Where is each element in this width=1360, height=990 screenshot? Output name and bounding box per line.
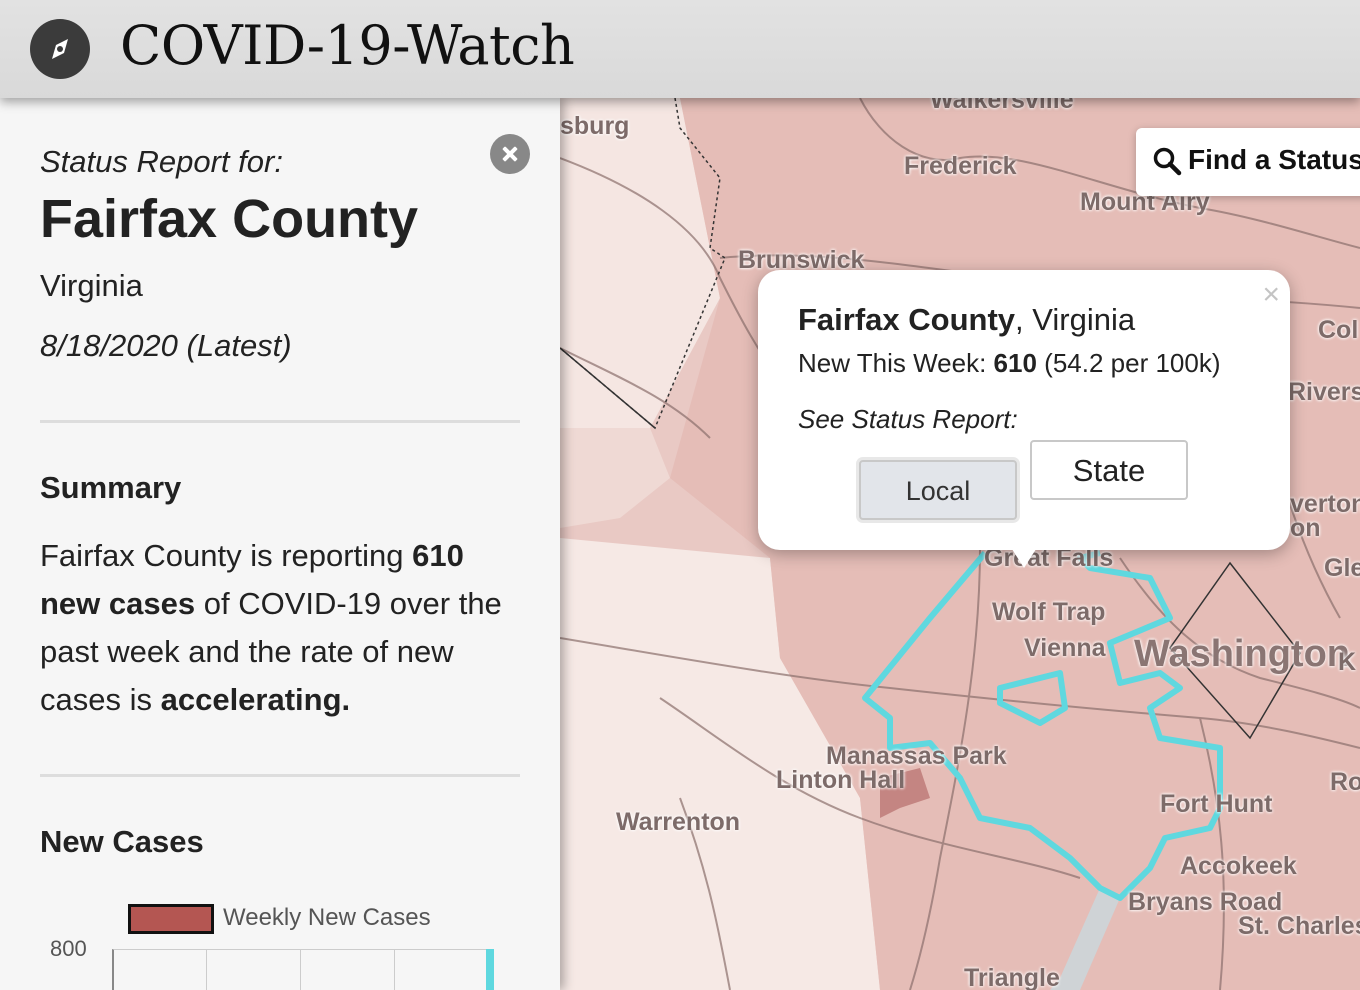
map-label: Gle — [1324, 554, 1360, 582]
find-status-button[interactable]: Find a Status — [1136, 128, 1360, 196]
popup-county: Fairfax County — [798, 302, 1016, 337]
local-report-button[interactable]: Local — [859, 460, 1017, 520]
legend-label: Weekly New Cases — [223, 904, 431, 931]
popup-week-value: 610 — [993, 348, 1037, 378]
map-label: Ro — [1330, 768, 1360, 796]
summary-pre: Fairfax County is reporting — [40, 538, 413, 573]
map-label: Accokeek — [1180, 852, 1297, 880]
map-label: Triangle — [964, 964, 1060, 990]
map-label: Wolf Trap — [992, 598, 1106, 626]
map-label: Warrenton — [616, 808, 741, 836]
popup-close-button[interactable]: × — [1262, 278, 1280, 312]
map-label: Rivers — [1288, 378, 1360, 406]
summary-text: Fairfax County is reporting 610 new case… — [40, 532, 510, 724]
popup-week-label: New This Week: — [798, 348, 994, 378]
status-sidebar: Status Report for: Fairfax County Virgin… — [0, 98, 560, 990]
state-name: Virginia — [40, 268, 143, 303]
close-circle-icon[interactable] — [490, 134, 530, 174]
popup-weekly: New This Week: 610 (54.2 per 100k) — [798, 348, 1221, 379]
map-label: Col — [1318, 316, 1359, 344]
status-report-label: Status Report for: — [40, 144, 283, 179]
map-label: on — [1290, 514, 1321, 542]
chart-gridline — [300, 949, 301, 990]
popup-see-label: See Status Report: — [798, 404, 1018, 434]
map-label: Linton Hall — [776, 766, 906, 794]
chart-current-marker — [486, 949, 494, 990]
map-label: Vienna — [1024, 634, 1106, 662]
popup-week-rate: (54.2 per 100k) — [1036, 348, 1221, 378]
map-label: St. Charles — [1238, 912, 1360, 940]
summary-count: 610 — [412, 538, 464, 573]
map-label: Frederick — [904, 152, 1017, 180]
chart-area — [112, 949, 494, 990]
summary-trend: accelerating. — [160, 682, 351, 717]
popup-tip — [1010, 546, 1038, 568]
map-label-washington: Washington — [1134, 633, 1350, 675]
summary-heading: Summary — [40, 470, 182, 505]
find-status-label: Find a Status — [1188, 144, 1360, 175]
county-popup: × Fairfax County, Virginia New This Week… — [758, 270, 1290, 568]
chart-gridline — [394, 949, 395, 990]
popup-title: Fairfax County, Virginia — [798, 302, 1135, 338]
y-axis-tick: 800 — [50, 936, 87, 961]
legend-swatch — [128, 904, 214, 934]
state-report-button[interactable]: State — [1030, 440, 1188, 500]
summary-count-label: new cases — [40, 586, 196, 621]
county-title: Fairfax County — [40, 189, 419, 249]
divider — [40, 774, 520, 777]
new-cases-heading: New Cases — [40, 824, 204, 859]
app-header: COVID-19-Watch — [0, 0, 1360, 98]
chart-gridline — [206, 949, 207, 990]
search-icon — [1152, 146, 1182, 181]
map-label: Walkersville — [930, 98, 1074, 114]
map-label: K — [1338, 648, 1357, 676]
compass-icon[interactable] — [30, 19, 90, 79]
map-label: Fort Hunt — [1160, 790, 1273, 818]
map-label: sburg — [560, 112, 630, 140]
report-date: 8/18/2020 (Latest) — [40, 328, 292, 363]
divider — [40, 420, 520, 423]
app-title: COVID-19-Watch — [120, 14, 575, 77]
popup-state: , Virginia — [1015, 302, 1136, 337]
